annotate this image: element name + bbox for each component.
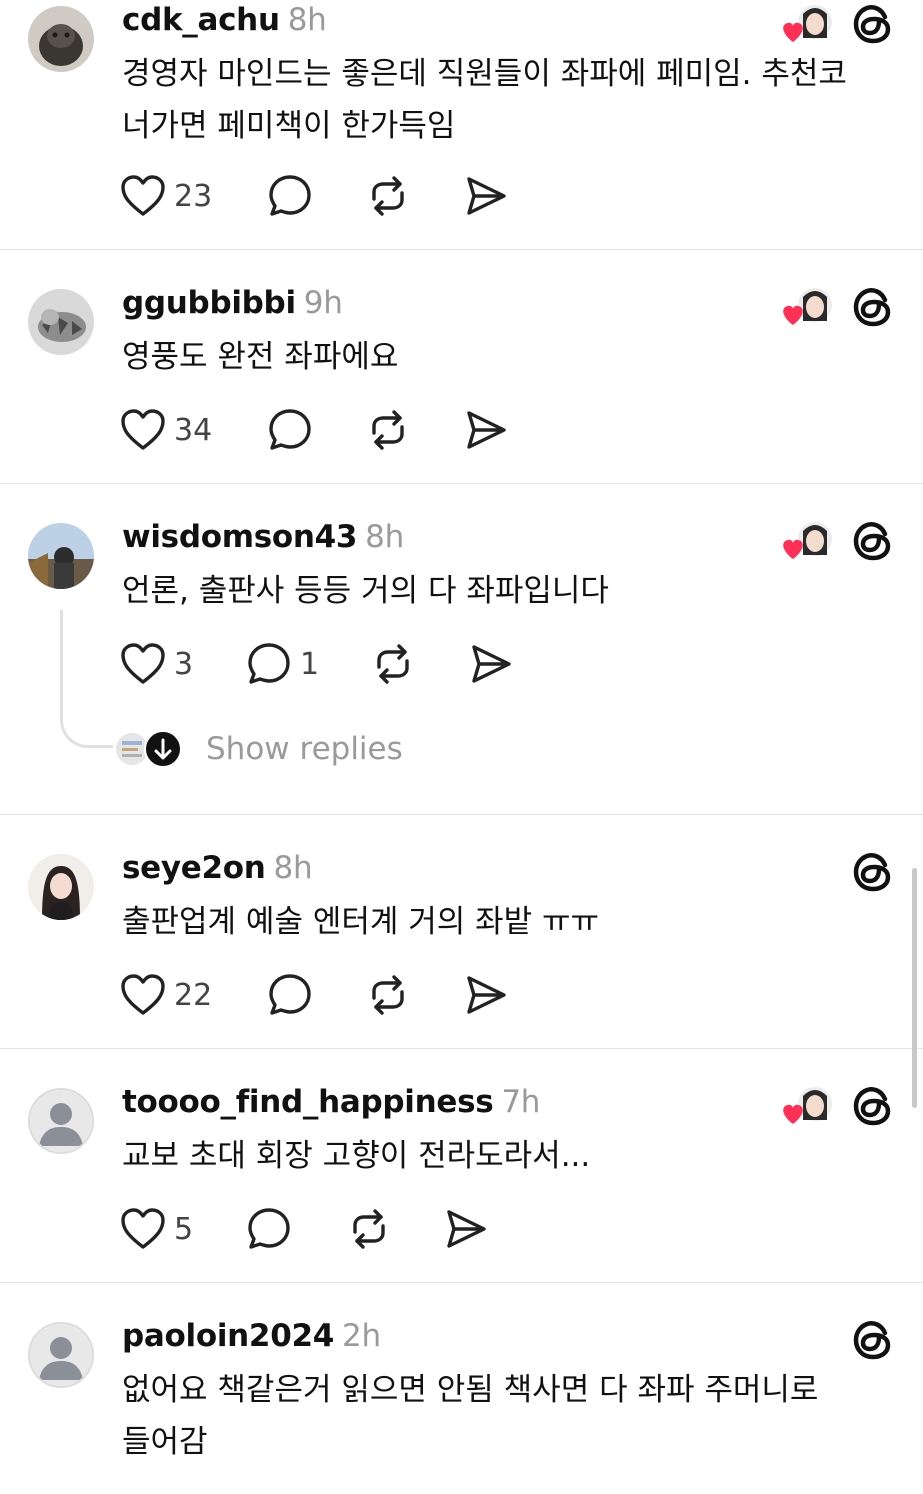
share-icon bbox=[467, 411, 506, 449]
like-count: 23 bbox=[174, 178, 213, 214]
comment-icon bbox=[248, 643, 290, 684]
username[interactable]: ggubbibbi 9h bbox=[122, 285, 343, 321]
avatar[interactable] bbox=[28, 289, 94, 355]
share-icon bbox=[447, 1210, 486, 1248]
timestamp: 7h bbox=[501, 1084, 541, 1120]
timestamp: 2h bbox=[342, 1318, 381, 1354]
post-text: 영풍도 완전 좌파에요 bbox=[122, 339, 399, 375]
repost-icon bbox=[372, 410, 404, 450]
avatar[interactable] bbox=[28, 854, 94, 920]
like-button[interactable]: 3 bbox=[120, 640, 193, 688]
share-button[interactable] bbox=[443, 1205, 489, 1253]
repost-button[interactable] bbox=[346, 1205, 392, 1253]
repost-button[interactable] bbox=[370, 640, 416, 688]
avatar[interactable] bbox=[28, 1322, 94, 1388]
like-count: 34 bbox=[174, 412, 213, 448]
like-button[interactable]: 22 bbox=[120, 971, 212, 1019]
heart-icon bbox=[121, 1208, 165, 1249]
divider bbox=[0, 814, 923, 815]
show-replies-label: Show replies bbox=[206, 731, 403, 767]
divider bbox=[0, 1282, 923, 1283]
heart-icon bbox=[121, 974, 165, 1015]
share-icon bbox=[467, 976, 506, 1014]
post-text: 경영자 마인드는 좋은데 직원들이 좌파에 페미임. 추천코 너가면 페미책이 … bbox=[122, 56, 847, 144]
divider bbox=[0, 1048, 923, 1049]
avatar[interactable] bbox=[28, 1088, 94, 1154]
post-text: 출판업계 예술 엔터계 거의 좌밭 ㅠㅠ bbox=[122, 904, 600, 940]
threads-icon[interactable] bbox=[851, 2, 895, 46]
comment-icon bbox=[269, 409, 311, 450]
comment-button[interactable] bbox=[267, 406, 313, 454]
author-liked-badge bbox=[779, 519, 835, 563]
share-icon bbox=[472, 645, 511, 683]
author-liked-badge bbox=[779, 285, 835, 329]
threads-icon[interactable] bbox=[851, 1318, 895, 1362]
share-button[interactable] bbox=[463, 406, 509, 454]
author-liked-badge bbox=[779, 2, 835, 46]
heart-icon bbox=[121, 409, 165, 450]
threads-icon[interactable] bbox=[851, 519, 895, 563]
threads-icon[interactable] bbox=[851, 285, 895, 329]
action-bar: 5 bbox=[120, 1205, 520, 1253]
repost-icon bbox=[372, 975, 404, 1015]
author-liked-badge bbox=[779, 1084, 835, 1128]
avatar[interactable] bbox=[28, 6, 94, 72]
comment-icon bbox=[248, 1208, 290, 1249]
repost-icon bbox=[372, 176, 404, 216]
action-bar: 3 1 bbox=[120, 640, 520, 688]
timestamp: 8h bbox=[287, 2, 327, 38]
comment-button[interactable] bbox=[267, 971, 313, 1019]
share-button[interactable] bbox=[463, 971, 509, 1019]
share-button[interactable] bbox=[468, 640, 514, 688]
share-icon bbox=[467, 177, 506, 215]
like-button[interactable]: 34 bbox=[120, 406, 212, 454]
heart-icon bbox=[121, 175, 165, 216]
threads-icon[interactable] bbox=[851, 850, 895, 894]
reply-avatars bbox=[114, 730, 182, 768]
post-text: 없어요 책같은거 읽으면 안됨 책사면 다 좌파 주머니로 들어감 bbox=[122, 1372, 819, 1460]
repost-icon bbox=[353, 1209, 385, 1249]
username[interactable]: toooo_find_happiness 7h bbox=[122, 1084, 540, 1120]
timestamp: 8h bbox=[273, 850, 313, 886]
comment-button[interactable]: 1 bbox=[246, 640, 319, 688]
repost-icon bbox=[377, 644, 409, 684]
action-bar: 34 bbox=[120, 406, 520, 454]
comment-icon bbox=[269, 175, 311, 216]
action-bar: 23 bbox=[120, 172, 520, 220]
post-text: 교보 초대 회장 고향이 전라도라서... bbox=[122, 1138, 591, 1174]
username[interactable]: seye2on 8h bbox=[122, 850, 313, 886]
timestamp: 9h bbox=[303, 285, 343, 321]
divider bbox=[0, 249, 923, 250]
comment-button[interactable] bbox=[267, 172, 313, 220]
like-button[interactable]: 23 bbox=[120, 172, 212, 220]
show-replies-button[interactable]: Show replies bbox=[114, 728, 403, 770]
comment-icon bbox=[269, 974, 311, 1015]
like-button[interactable]: 5 bbox=[120, 1205, 193, 1253]
share-button[interactable] bbox=[463, 172, 509, 220]
like-count: 5 bbox=[174, 1211, 194, 1247]
like-count: 3 bbox=[174, 646, 194, 682]
scrollbar[interactable] bbox=[912, 868, 917, 1108]
divider bbox=[0, 483, 923, 484]
reply-count: 1 bbox=[300, 646, 320, 682]
username[interactable]: wisdomson43 8h bbox=[122, 519, 404, 555]
username[interactable]: cdk_achu 8h bbox=[122, 2, 327, 38]
repost-button[interactable] bbox=[365, 172, 411, 220]
avatar[interactable] bbox=[28, 523, 94, 589]
username[interactable]: paoloin2024 2h bbox=[122, 1318, 381, 1354]
like-count: 22 bbox=[174, 977, 213, 1013]
heart-icon bbox=[121, 643, 165, 684]
thread-connector-line bbox=[60, 610, 113, 748]
timestamp: 8h bbox=[365, 519, 404, 555]
repost-button[interactable] bbox=[365, 971, 411, 1019]
repost-button[interactable] bbox=[365, 406, 411, 454]
threads-icon[interactable] bbox=[851, 1084, 895, 1128]
action-bar: 22 bbox=[120, 971, 520, 1019]
post-text: 언론, 출판사 등등 거의 다 좌파입니다 bbox=[122, 573, 609, 609]
comment-button[interactable] bbox=[246, 1205, 292, 1253]
